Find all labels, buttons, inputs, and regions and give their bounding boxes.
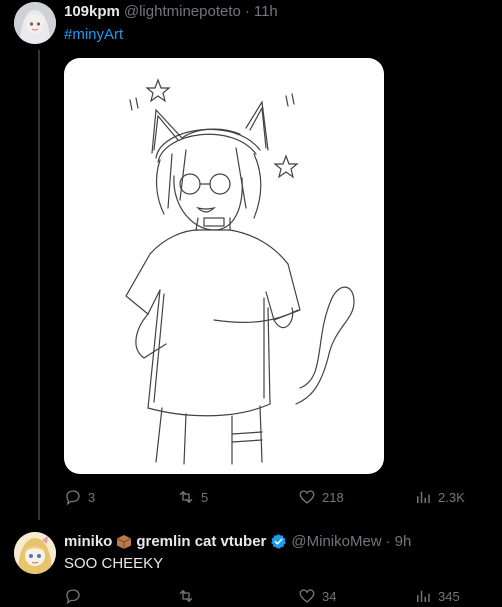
reply-header: miniko gremlin cat vtuber @MinikoMew · 9… <box>64 533 411 550</box>
verified-badge-icon <box>271 534 287 549</box>
heart-icon <box>299 490 315 504</box>
views-button[interactable]: 345 <box>414 587 460 605</box>
avatar[interactable] <box>14 2 56 44</box>
views-count: 345 <box>438 588 460 604</box>
views-icon <box>417 590 430 602</box>
reply-author-name-suffix[interactable]: gremlin cat vtuber <box>136 533 266 550</box>
reply-icon <box>66 490 80 506</box>
repost-button[interactable]: 5 <box>177 488 208 506</box>
like-button[interactable]: 218 <box>298 488 344 506</box>
thread-connector-line <box>38 50 40 520</box>
sketch-drawing <box>125 78 355 465</box>
reply-count: 3 <box>88 489 96 505</box>
reply-button[interactable] <box>64 587 88 605</box>
post-action-bar: 3 5 218 2.3K <box>64 488 468 508</box>
package-emoji-icon <box>116 534 132 550</box>
like-button[interactable]: 34 <box>298 587 336 605</box>
avatar[interactable] <box>14 532 56 574</box>
post-image[interactable] <box>64 58 384 474</box>
reply-action-bar: 34 345 <box>64 587 468 607</box>
views-count: 2.3K <box>438 489 465 505</box>
reply-text: SOO CHEEKY <box>64 555 164 572</box>
repost-icon <box>179 590 193 602</box>
repost-icon <box>179 491 193 503</box>
separator-dot: · <box>385 533 391 550</box>
hashtag-link[interactable]: #minyArt <box>64 26 123 43</box>
reply-author-handle[interactable]: @MinikoMew <box>291 533 381 550</box>
views-icon <box>417 491 430 503</box>
separator-dot: · <box>244 3 250 20</box>
reply-icon <box>66 589 80 605</box>
reply-author-display-name[interactable]: miniko <box>64 533 112 550</box>
heart-icon <box>299 589 315 603</box>
reply-timestamp[interactable]: 9h <box>395 533 412 550</box>
like-count: 34 <box>322 588 337 604</box>
author-handle[interactable]: @lightminepoteto <box>124 3 241 20</box>
views-button[interactable]: 2.3K <box>414 488 465 506</box>
reply-button[interactable]: 3 <box>64 488 95 506</box>
repost-button[interactable] <box>177 587 201 605</box>
post-header: 109kpm @lightminepoteto · 11h <box>64 3 278 20</box>
repost-count: 5 <box>201 489 209 505</box>
like-count: 218 <box>322 489 344 505</box>
author-display-name[interactable]: 109kpm <box>64 3 120 20</box>
post-timestamp[interactable]: 11h <box>254 3 278 20</box>
